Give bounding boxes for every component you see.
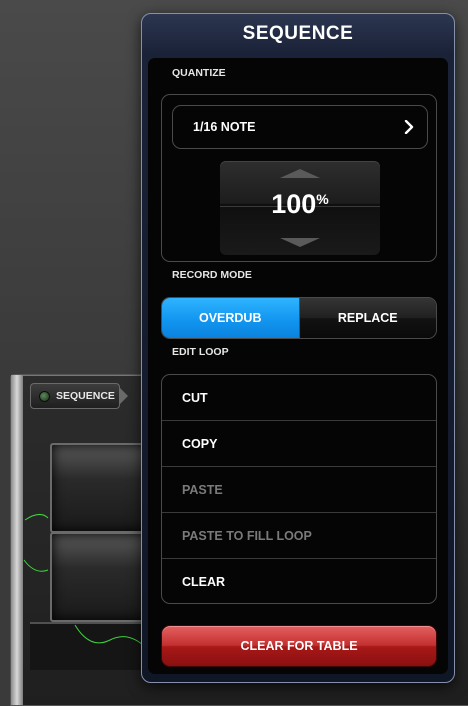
quantize-note-value: 1/16 NOTE: [193, 120, 256, 134]
clear-button[interactable]: CLEAR: [162, 559, 436, 603]
quantize-percent-stepper[interactable]: 100%: [220, 161, 380, 255]
chevron-right-icon: [404, 120, 414, 134]
popover-body: QUANTIZE 1/16 NOTE 100% RECORD MODE OVER…: [148, 58, 448, 674]
record-mode-replace-button[interactable]: REPLACE: [299, 298, 436, 338]
sequence-popover: SEQUENCE QUANTIZE 1/16 NOTE 100% RECORD …: [141, 13, 455, 683]
drum-pad[interactable]: [50, 532, 154, 622]
sequence-toggle-button[interactable]: SEQUENCE: [30, 383, 120, 409]
led-indicator-icon: [39, 390, 50, 402]
record-mode-overdub-button[interactable]: OVERDUB: [162, 298, 300, 338]
drum-pad[interactable]: [50, 443, 154, 533]
quantize-percent-unit: %: [316, 191, 329, 207]
copy-button[interactable]: COPY: [162, 421, 436, 467]
paste-button[interactable]: PASTE: [162, 467, 436, 513]
record-mode-label: RECORD MODE: [172, 269, 252, 281]
quantize-note-selector[interactable]: 1/16 NOTE: [172, 105, 428, 149]
arrow-up-icon[interactable]: [280, 169, 320, 178]
waveform-decoration: [23, 514, 49, 572]
popover-title: SEQUENCE: [242, 23, 354, 44]
waveform-decoration: [74, 624, 149, 651]
clear-for-table-button[interactable]: CLEAR FOR TABLE: [161, 625, 437, 667]
edit-loop-list: CUT COPY PASTE PASTE TO FILL LOOP CLEAR: [161, 374, 437, 604]
quantize-label: QUANTIZE: [172, 67, 226, 79]
popover-pointer: [120, 388, 128, 404]
paste-to-fill-loop-button[interactable]: PASTE TO FILL LOOP: [162, 513, 436, 559]
edit-loop-label: EDIT LOOP: [172, 346, 229, 358]
quantize-percent-display: 100%: [220, 189, 380, 220]
record-mode-segmented-control: OVERDUB REPLACE: [161, 297, 437, 339]
cut-button[interactable]: CUT: [162, 375, 436, 421]
quantize-group: 1/16 NOTE 100%: [161, 94, 437, 262]
sequence-toggle-label: SEQUENCE: [56, 390, 115, 402]
arrow-down-icon[interactable]: [280, 238, 320, 247]
quantize-percent-value: 100: [271, 189, 317, 219]
